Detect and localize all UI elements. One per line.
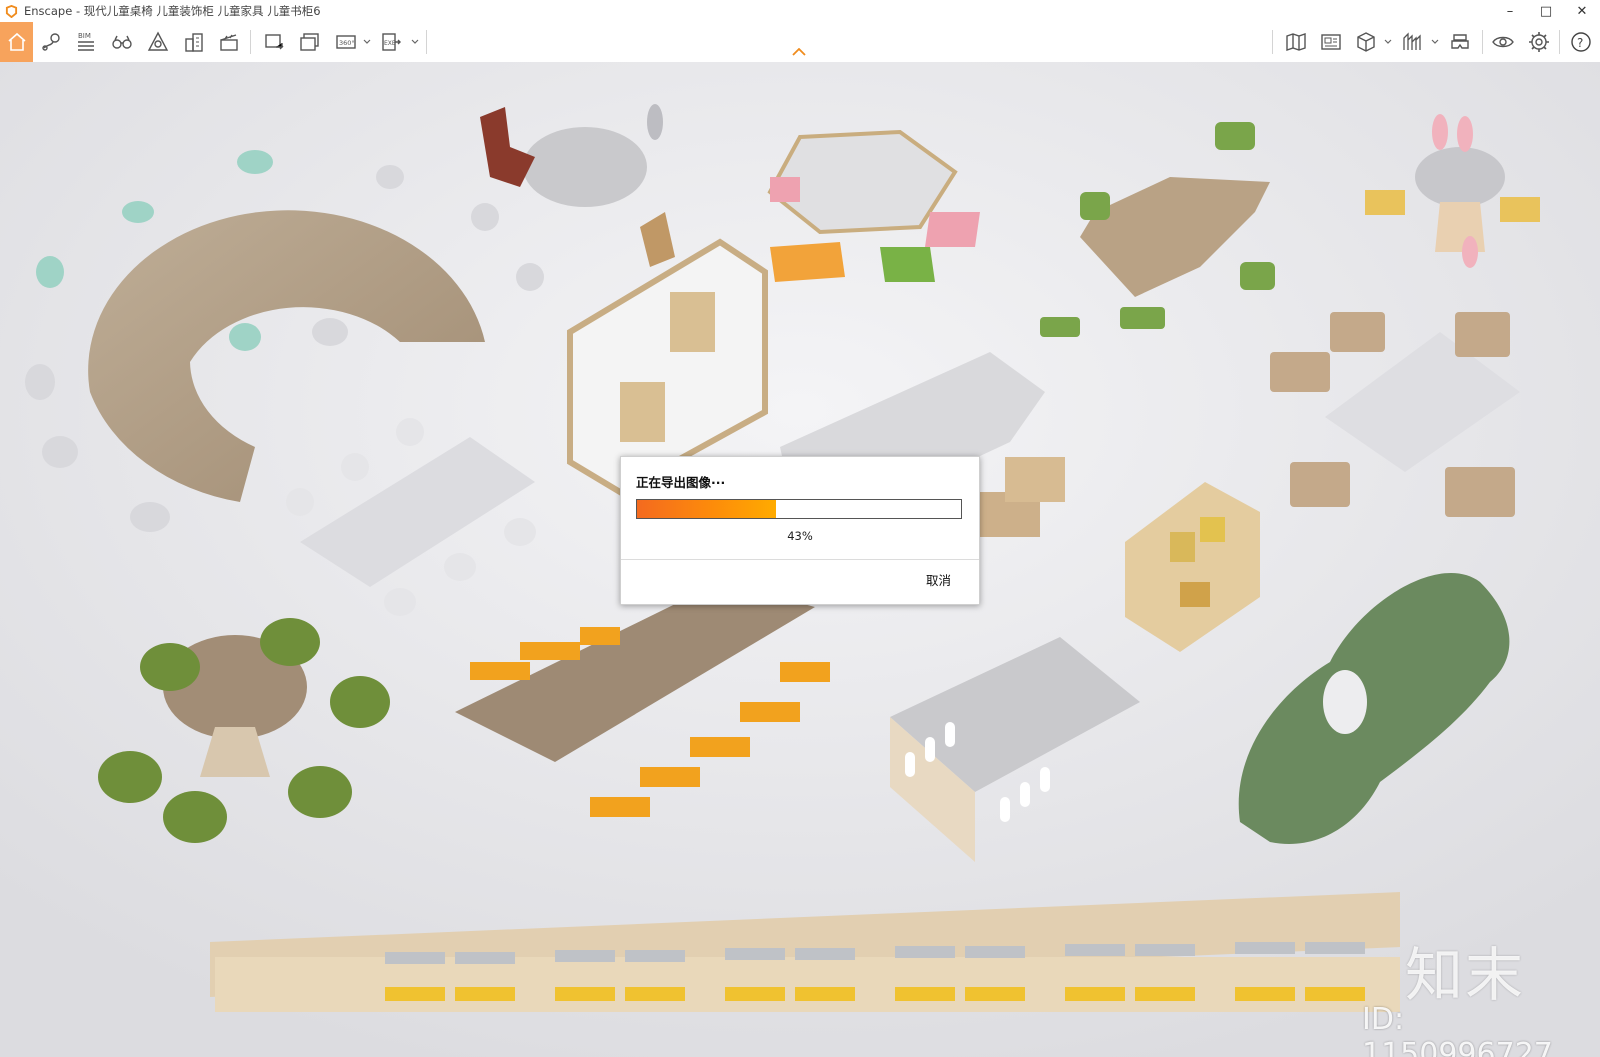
window-title: Enscape - 现代儿童桌椅 儿童装饰柜 儿童家具 儿童书柜6	[24, 4, 321, 18]
cancel-button[interactable]: 取消	[926, 570, 951, 589]
svg-text:360°: 360°	[339, 39, 355, 47]
progress-fill	[637, 500, 777, 518]
chevron-down-icon[interactable]	[1383, 35, 1393, 49]
atmosphere-icon[interactable]	[142, 26, 174, 58]
screenshot-icon[interactable]	[258, 26, 290, 58]
maximize-icon[interactable]: □	[1528, 0, 1564, 22]
chevron-down-icon[interactable]	[410, 35, 420, 49]
export-progress-dialog: 正在导出图像··· 43% 取消	[620, 456, 980, 605]
svg-text:BIM: BIM	[78, 32, 91, 40]
enscape-logo-icon	[4, 4, 18, 18]
chevron-down-icon[interactable]	[1430, 35, 1440, 49]
svg-text:?: ?	[1577, 36, 1583, 50]
panorama-360-icon[interactable]: 360°	[330, 26, 362, 58]
export-progress-bar	[636, 499, 962, 519]
collapse-toolbar-chevron-icon[interactable]	[790, 45, 808, 59]
progress-percent: 43%	[787, 529, 813, 543]
asset-library-icon[interactable]	[1396, 26, 1428, 58]
export-exe-icon[interactable]: EXE	[375, 26, 407, 58]
batch-render-icon[interactable]	[294, 26, 326, 58]
chevron-down-icon[interactable]	[362, 35, 372, 49]
watermark-brand: 知末	[1405, 941, 1526, 1009]
svg-text:EXE: EXE	[384, 40, 396, 47]
settings-gear-icon[interactable]	[1523, 26, 1555, 58]
dialog-title: 正在导出图像···	[636, 475, 726, 490]
clapper-icon[interactable]	[213, 26, 245, 58]
binoculars-icon[interactable]	[106, 26, 138, 58]
minimize-icon[interactable]: –	[1492, 0, 1528, 22]
bim-icon[interactable]: BIM	[70, 26, 102, 58]
buildings-icon[interactable]	[178, 26, 210, 58]
visual-settings-icon[interactable]	[1487, 26, 1519, 58]
close-icon[interactable]: ✕	[1564, 0, 1600, 22]
pin-path-icon[interactable]	[36, 26, 68, 58]
home-icon[interactable]	[0, 22, 33, 62]
cube-icon[interactable]	[1350, 26, 1382, 58]
map-icon[interactable]	[1280, 26, 1312, 58]
help-icon[interactable]: ?	[1565, 26, 1597, 58]
dialog-divider	[621, 559, 979, 560]
gallery-icon[interactable]	[1315, 26, 1347, 58]
vr-headset-icon[interactable]	[1444, 26, 1476, 58]
watermark-id: ID: 1150996727	[1362, 1002, 1553, 1057]
title-bar: Enscape - 现代儿童桌椅 儿童装饰柜 儿童家具 儿童书柜6 – □ ✕	[0, 0, 1600, 22]
